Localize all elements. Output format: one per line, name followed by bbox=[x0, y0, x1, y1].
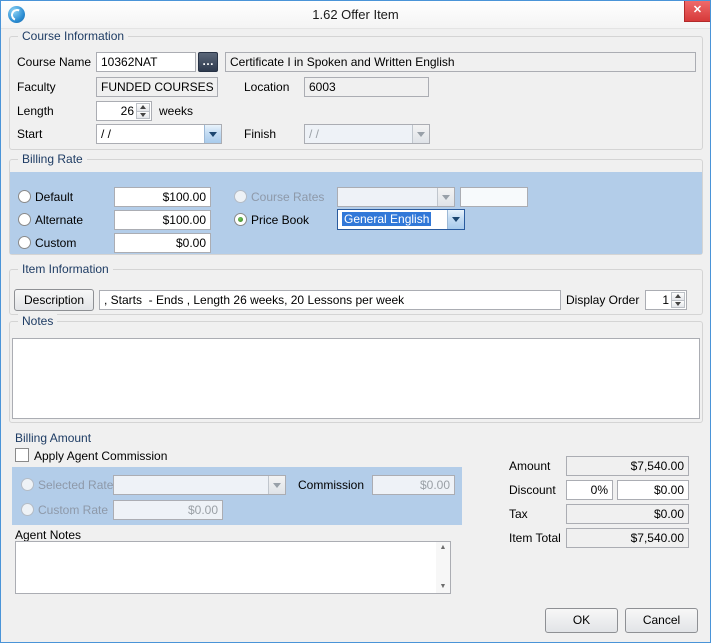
agent-notes-label: Agent Notes bbox=[15, 528, 81, 542]
commission-label: Commission bbox=[298, 478, 364, 492]
length-spin-buttons bbox=[136, 103, 150, 119]
price-book-dropdown[interactable]: General English bbox=[337, 209, 465, 230]
spin-down-icon[interactable] bbox=[671, 300, 685, 309]
start-date-value: / / bbox=[101, 127, 111, 141]
window-title: 1.62 Offer Item bbox=[1, 1, 710, 28]
notes-textarea[interactable] bbox=[12, 338, 700, 419]
faculty-label: Faculty bbox=[17, 80, 56, 94]
ellipsis-icon: … bbox=[202, 54, 214, 68]
course-browse-button[interactable]: … bbox=[198, 52, 218, 72]
scroll-down-icon[interactable]: ▼ bbox=[440, 583, 447, 591]
app-logo-icon bbox=[8, 6, 25, 23]
display-order-value: 1 bbox=[662, 293, 669, 308]
amount-label: Amount bbox=[509, 459, 550, 473]
length-value: 26 bbox=[121, 104, 134, 119]
close-icon: ✕ bbox=[693, 4, 702, 16]
selected-rate-dropdown bbox=[113, 475, 286, 495]
notes-legend: Notes bbox=[18, 314, 57, 328]
cancel-button[interactable]: Cancel bbox=[625, 608, 698, 633]
tax-field: $0.00 bbox=[566, 504, 689, 524]
agent-custom-rate-field: $0.00 bbox=[113, 500, 223, 520]
selected-rate-radio bbox=[21, 478, 34, 491]
price-book-value: General English bbox=[342, 212, 431, 226]
course-rates-dropdown bbox=[337, 187, 455, 207]
billing-rate-legend: Billing Rate bbox=[18, 152, 87, 166]
length-label: Length bbox=[17, 104, 54, 118]
course-rates-radio bbox=[234, 190, 247, 203]
agent-custom-rate-radio bbox=[21, 503, 34, 516]
length-stepper[interactable]: 26 bbox=[96, 101, 152, 121]
display-order-label: Display Order bbox=[566, 293, 639, 307]
finish-date-dropdown: / / bbox=[304, 124, 430, 144]
description-input[interactable] bbox=[99, 290, 561, 310]
agent-notes-input[interactable] bbox=[16, 542, 435, 593]
default-rate-label: Default bbox=[35, 190, 73, 204]
start-date-dropdown[interactable]: / / bbox=[96, 124, 222, 144]
display-order-spin-buttons bbox=[671, 292, 685, 308]
course-title-field: Certificate I in Spoken and Written Engl… bbox=[225, 52, 696, 72]
item-total-field: $7,540.00 bbox=[566, 528, 689, 548]
alternate-rate-field[interactable]: $100.00 bbox=[114, 210, 211, 230]
discount-percent-input[interactable] bbox=[566, 480, 613, 500]
course-rates-amount-field bbox=[460, 187, 528, 207]
commission-field: $0.00 bbox=[372, 475, 455, 495]
dropdown-arrow-icon bbox=[204, 125, 221, 143]
price-book-radio[interactable] bbox=[234, 213, 247, 226]
default-rate-radio[interactable] bbox=[18, 190, 31, 203]
amount-field: $7,540.00 bbox=[566, 456, 689, 476]
dropdown-arrow-icon bbox=[437, 188, 454, 206]
start-label: Start bbox=[17, 127, 42, 141]
course-information-legend: Course Information bbox=[18, 29, 128, 43]
dropdown-arrow-icon bbox=[447, 210, 464, 229]
discount-label: Discount bbox=[509, 483, 556, 497]
custom-rate-radio[interactable] bbox=[18, 236, 31, 249]
price-book-label: Price Book bbox=[251, 213, 309, 227]
agent-notes-scrollbar: ▲ ▼ bbox=[436, 542, 450, 593]
tax-label: Tax bbox=[509, 507, 528, 521]
scroll-up-icon[interactable]: ▲ bbox=[440, 544, 447, 552]
alternate-rate-radio[interactable] bbox=[18, 213, 31, 226]
custom-rate-field[interactable]: $0.00 bbox=[114, 233, 211, 253]
location-label: Location bbox=[244, 80, 289, 94]
close-button[interactable]: ✕ bbox=[684, 1, 710, 22]
course-rates-label: Course Rates bbox=[251, 190, 324, 204]
discount-amount-input[interactable] bbox=[617, 480, 689, 500]
selected-rate-label: Selected Rate bbox=[38, 478, 113, 492]
dropdown-arrow-icon bbox=[268, 476, 285, 494]
title-bar[interactable]: 1.62 Offer Item bbox=[1, 1, 710, 29]
finish-date-value: / / bbox=[309, 127, 319, 141]
spin-down-icon[interactable] bbox=[136, 111, 150, 120]
default-rate-field[interactable]: $100.00 bbox=[114, 187, 211, 207]
dropdown-arrow-icon bbox=[412, 125, 429, 143]
finish-label: Finish bbox=[244, 127, 276, 141]
weeks-label: weeks bbox=[159, 104, 193, 118]
offer-item-dialog: 1.62 Offer Item ✕ Course Information Cou… bbox=[0, 0, 711, 643]
location-field: 6003 bbox=[304, 77, 429, 97]
course-name-label: Course Name bbox=[17, 55, 91, 69]
ok-button[interactable]: OK bbox=[545, 608, 618, 633]
item-information-legend: Item Information bbox=[18, 262, 113, 276]
display-order-stepper[interactable]: 1 bbox=[645, 290, 687, 310]
course-name-input[interactable] bbox=[96, 52, 196, 72]
faculty-field: FUNDED COURSES bbox=[96, 77, 218, 97]
custom-rate-label: Custom bbox=[35, 236, 76, 250]
apply-agent-commission-label: Apply Agent Commission bbox=[34, 449, 167, 463]
alternate-rate-label: Alternate bbox=[35, 213, 83, 227]
billing-amount-legend: Billing Amount bbox=[15, 431, 91, 445]
apply-agent-commission-checkbox[interactable] bbox=[15, 448, 29, 462]
item-total-label: Item Total bbox=[509, 531, 561, 545]
description-button[interactable]: Description bbox=[14, 289, 94, 311]
agent-custom-rate-label: Custom Rate bbox=[38, 503, 108, 517]
agent-notes-textarea[interactable]: ▲ ▼ bbox=[15, 541, 451, 594]
